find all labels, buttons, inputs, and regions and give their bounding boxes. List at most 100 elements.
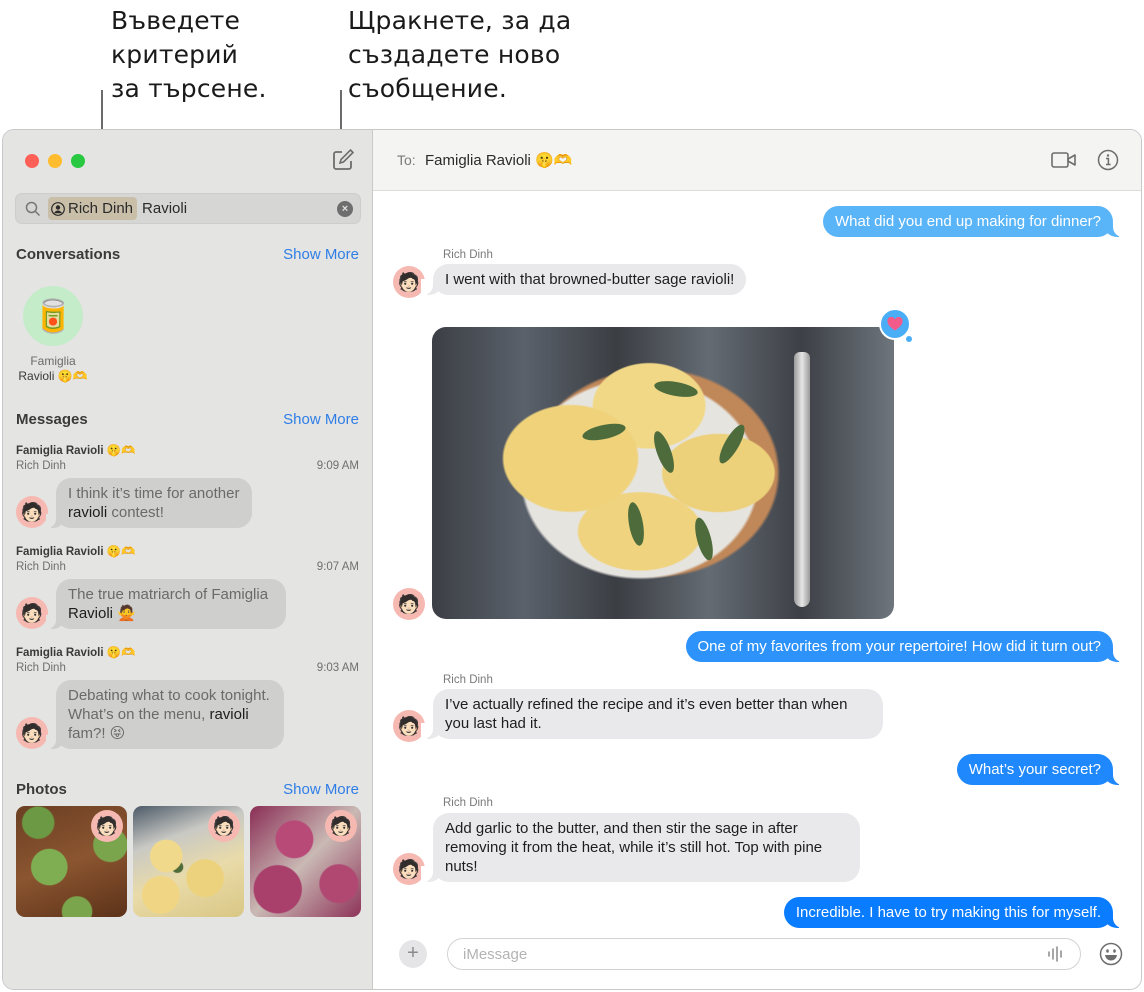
sage-leaf-graphic (581, 420, 627, 444)
callout-line: Щракнете, за да (348, 6, 572, 35)
conversations-show-more-link[interactable]: Show More (283, 246, 359, 263)
conversations-header: Conversations Show More (16, 246, 359, 263)
callout-line: критерий (111, 40, 239, 69)
heart-icon (887, 317, 903, 331)
message-result[interactable]: Famiglia Ravioli 🤫🫶 Rich Dinh 9:07 AM 🧑🏻… (16, 545, 359, 629)
emoji-picker-icon[interactable] (1099, 942, 1123, 966)
message-sender: Rich Dinh (443, 797, 493, 809)
search-field[interactable]: Rich Dinh Ravioli × (15, 193, 361, 224)
tapback-heart[interactable] (879, 308, 911, 340)
conversation-result[interactable]: 🥫 Famiglia Ravioli 🤫🫶 (13, 286, 93, 384)
message-bubble-incoming: Add garlic to the butter, and then stir … (421, 813, 860, 882)
message-text: Incredible. I have to try making this fo… (795, 904, 1101, 921)
chat-header: To: Famiglia Ravioli 🤫🫶 (373, 130, 1141, 191)
result-conversation-name: Famiglia Ravioli 🤫🫶 (16, 445, 136, 457)
clear-search-icon[interactable]: × (337, 201, 353, 217)
memoji-icon: 🧑🏻 (397, 858, 421, 879)
zoom-window-button[interactable] (71, 154, 85, 168)
messages-window: Rich Dinh Ravioli × Conversations Show M… (2, 129, 1142, 990)
result-bubble: The true matriarch of Famiglia Ravioli 🙅 (46, 579, 286, 629)
messages-show-more-link[interactable]: Show More (283, 411, 359, 428)
result-sender: Rich Dinh (16, 561, 66, 573)
imessage-input[interactable] (447, 938, 1081, 970)
message-text: Add garlic to the butter, and then stir … (445, 820, 823, 875)
conversation-pane: To: Famiglia Ravioli 🤫🫶 What did you end… (373, 130, 1141, 989)
close-window-button[interactable] (25, 154, 39, 168)
memoji-avatar: 🧑🏻 (16, 496, 48, 528)
result-text: The true matriarch of Famiglia (68, 586, 269, 603)
message-text: I went with that browned-butter sage rav… (445, 271, 735, 288)
memoji-icon: 🧑🏻 (212, 815, 236, 836)
callout-line: Въведете (111, 6, 241, 35)
result-conversation-name: Famiglia Ravioli 🤫🫶 (16, 647, 136, 659)
message-bubble-outgoing: What’s your secret? (956, 754, 1126, 785)
fork-graphic (794, 352, 810, 607)
callout-search: Въведете критерий за търсене. (111, 4, 267, 106)
sage-leaf-graphic (649, 428, 679, 476)
result-sender: Rich Dinh (16, 662, 66, 674)
tomato-can-icon: 🥫 (33, 298, 73, 334)
memoji-icon: 🧑🏻 (95, 815, 119, 836)
to-label: To: (397, 152, 416, 168)
info-icon[interactable] (1097, 149, 1119, 171)
message-bubble-outgoing: What did you end up making for dinner? (823, 206, 1125, 237)
memoji-avatar: 🧑🏻 (208, 810, 240, 842)
result-bubble: I think it’s time for another ravioli co… (46, 478, 252, 528)
search-query-text[interactable]: Ravioli (142, 200, 187, 217)
result-highlight: Ravioli (68, 605, 114, 622)
message-bubble-outgoing: Incredible. I have to try making this fo… (783, 897, 1126, 928)
video-call-icon[interactable] (1051, 150, 1077, 170)
photo-results: 🧑🏻 🧑🏻 🧑🏻 (16, 806, 361, 917)
conversation-name: Famiglia Ravioli 🤫🫶 (13, 354, 93, 384)
callout-compose: Щракнете, за да създадете ново съобщение… (348, 4, 571, 106)
add-attachment-button[interactable]: + (399, 940, 427, 968)
result-bubble: Debating what to cook tonight. What’s on… (46, 680, 284, 749)
photo-thumbnail-beet-ravioli[interactable]: 🧑🏻 (250, 806, 361, 917)
message-result[interactable]: Famiglia Ravioli 🤫🫶 Rich Dinh 9:09 AM 🧑🏻… (16, 444, 359, 528)
search-token-label: Rich Dinh (68, 200, 134, 217)
messages-header: Messages Show More (16, 411, 359, 428)
memoji-icon: 🧑🏻 (20, 722, 44, 743)
tapback-tail (906, 336, 912, 342)
recipient-name[interactable]: Famiglia Ravioli 🤫🫶 (425, 151, 572, 169)
memoji-icon: 🧑🏻 (397, 593, 421, 614)
search-icon (25, 201, 41, 216)
photos-show-more-link[interactable]: Show More (283, 781, 359, 798)
sage-leaf-graphic (653, 378, 699, 400)
result-time: 9:09 AM (316, 460, 359, 472)
audio-message-icon[interactable] (1046, 946, 1066, 962)
search-token-person[interactable]: Rich Dinh (48, 197, 138, 220)
conversation-name-line: Ravioli 🤫🫶 (18, 369, 88, 383)
result-text: I think it’s time for another (68, 485, 240, 502)
result-highlight: ravioli (209, 706, 249, 723)
photo-thumbnail-sage-ravioli[interactable]: 🧑🏻 (133, 806, 244, 917)
callout-line: за търсене. (111, 74, 267, 103)
photo-attachment-ravioli[interactable] (432, 327, 894, 619)
section-title: Conversations (16, 246, 121, 263)
result-time: 9:07 AM (316, 561, 359, 573)
minimize-window-button[interactable] (48, 154, 62, 168)
message-sender: Rich Dinh (443, 249, 493, 261)
memoji-icon: 🧑🏻 (20, 501, 44, 522)
result-conversation-name: Famiglia Ravioli 🤫🫶 (16, 546, 136, 558)
message-result[interactable]: Famiglia Ravioli 🤫🫶 Rich Dinh 9:03 AM 🧑🏻… (16, 646, 359, 749)
message-text: I’ve actually refined the recipe and it’… (445, 696, 848, 732)
memoji-avatar: 🧑🏻 (16, 717, 48, 749)
memoji-icon: 🧑🏻 (397, 715, 421, 736)
photos-header: Photos Show More (16, 781, 359, 798)
result-sender: Rich Dinh (16, 460, 66, 472)
memoji-avatar: 🧑🏻 (325, 810, 357, 842)
memoji-icon: 🧑🏻 (397, 271, 421, 292)
window-controls (25, 154, 85, 168)
memoji-avatar: 🧑🏻 (393, 588, 425, 620)
result-highlight: ravioli (68, 504, 108, 521)
memoji-avatar: 🧑🏻 (16, 597, 48, 629)
result-time: 9:03 AM (316, 662, 359, 674)
photo-thumbnail-green-ravioli[interactable]: 🧑🏻 (16, 806, 127, 917)
person-circle-icon (51, 201, 65, 216)
message-bubble-outgoing: One of my favorites from your repertoire… (685, 631, 1125, 662)
compose-icon[interactable] (331, 148, 355, 172)
callout-line: съобщение. (348, 74, 507, 103)
sidebar: Rich Dinh Ravioli × Conversations Show M… (3, 130, 373, 989)
memoji-icon: 🧑🏻 (20, 602, 44, 623)
